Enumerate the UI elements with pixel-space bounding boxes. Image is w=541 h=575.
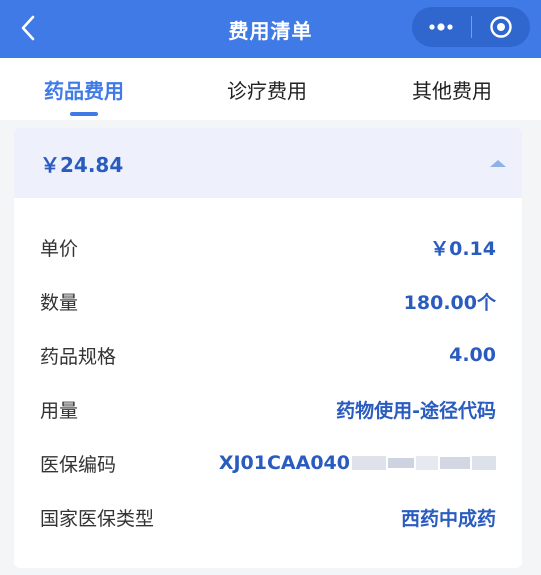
chevron-left-icon <box>21 15 35 41</box>
fee-total-amount: ￥24.84 <box>40 152 124 177</box>
tab-drug-fees[interactable]: 药品费用 <box>0 58 174 120</box>
insurance-code-wrap: XJ01CAA040 <box>219 452 496 474</box>
redacted-block <box>472 456 496 470</box>
detail-label: 药品规格 <box>40 345 117 368</box>
fee-item-card: ￥24.84 单价 ￥0.14 数量 180.00个 药品规格 4.00 用量 … <box>14 128 522 568</box>
detail-value: XJ01CAA040 <box>218 452 350 474</box>
collapse-arrow-icon[interactable] <box>490 159 506 167</box>
target-circle-icon <box>490 16 512 38</box>
detail-row-quantity: 数量 180.00个 <box>14 274 522 328</box>
more-button[interactable] <box>412 7 471 47</box>
redacted-block <box>440 457 470 469</box>
tab-treatment-fees[interactable]: 诊疗费用 <box>177 58 357 120</box>
detail-label: 数量 <box>40 291 79 314</box>
detail-value: 180.00个 <box>403 291 496 314</box>
detail-label: 国家医保类型 <box>40 507 155 530</box>
fee-detail-list: 单价 ￥0.14 数量 180.00个 药品规格 4.00 用量 药物使用-途径… <box>14 198 522 544</box>
detail-value: 药物使用-途径代码 <box>336 399 496 422</box>
page-title: 费用清单 <box>228 18 313 43</box>
navigation-bar: 费用清单 <box>0 0 541 58</box>
redacted-block <box>352 456 386 470</box>
detail-label: 用量 <box>40 399 79 422</box>
detail-value: 西药中成药 <box>400 507 496 530</box>
more-dots-icon <box>429 23 453 31</box>
back-button[interactable] <box>10 10 46 46</box>
detail-row-insurance-type: 国家医保类型 西药中成药 <box>14 490 522 544</box>
detail-row-spec: 药品规格 4.00 <box>14 328 522 382</box>
fee-category-tabs: 药品费用 诊疗费用 其他费用 <box>0 58 541 120</box>
fee-item-header[interactable]: ￥24.84 <box>14 128 522 198</box>
detail-label: 单价 <box>40 237 79 260</box>
redacted-block <box>388 458 414 468</box>
close-miniprogram-button[interactable] <box>471 7 530 47</box>
detail-row-unit-price: 单价 ￥0.14 <box>14 220 522 274</box>
miniprogram-capsule <box>412 7 530 47</box>
tab-other-fees[interactable]: 其他费用 <box>362 58 541 120</box>
detail-value: ￥0.14 <box>430 237 496 260</box>
detail-row-dosage: 用量 药物使用-途径代码 <box>14 382 522 436</box>
redacted-block <box>416 456 438 470</box>
detail-row-insurance-code: 医保编码 XJ01CAA040 <box>14 436 522 490</box>
active-tab-indicator <box>70 112 98 116</box>
detail-value: 4.00 <box>449 344 496 366</box>
detail-label: 医保编码 <box>40 453 117 476</box>
